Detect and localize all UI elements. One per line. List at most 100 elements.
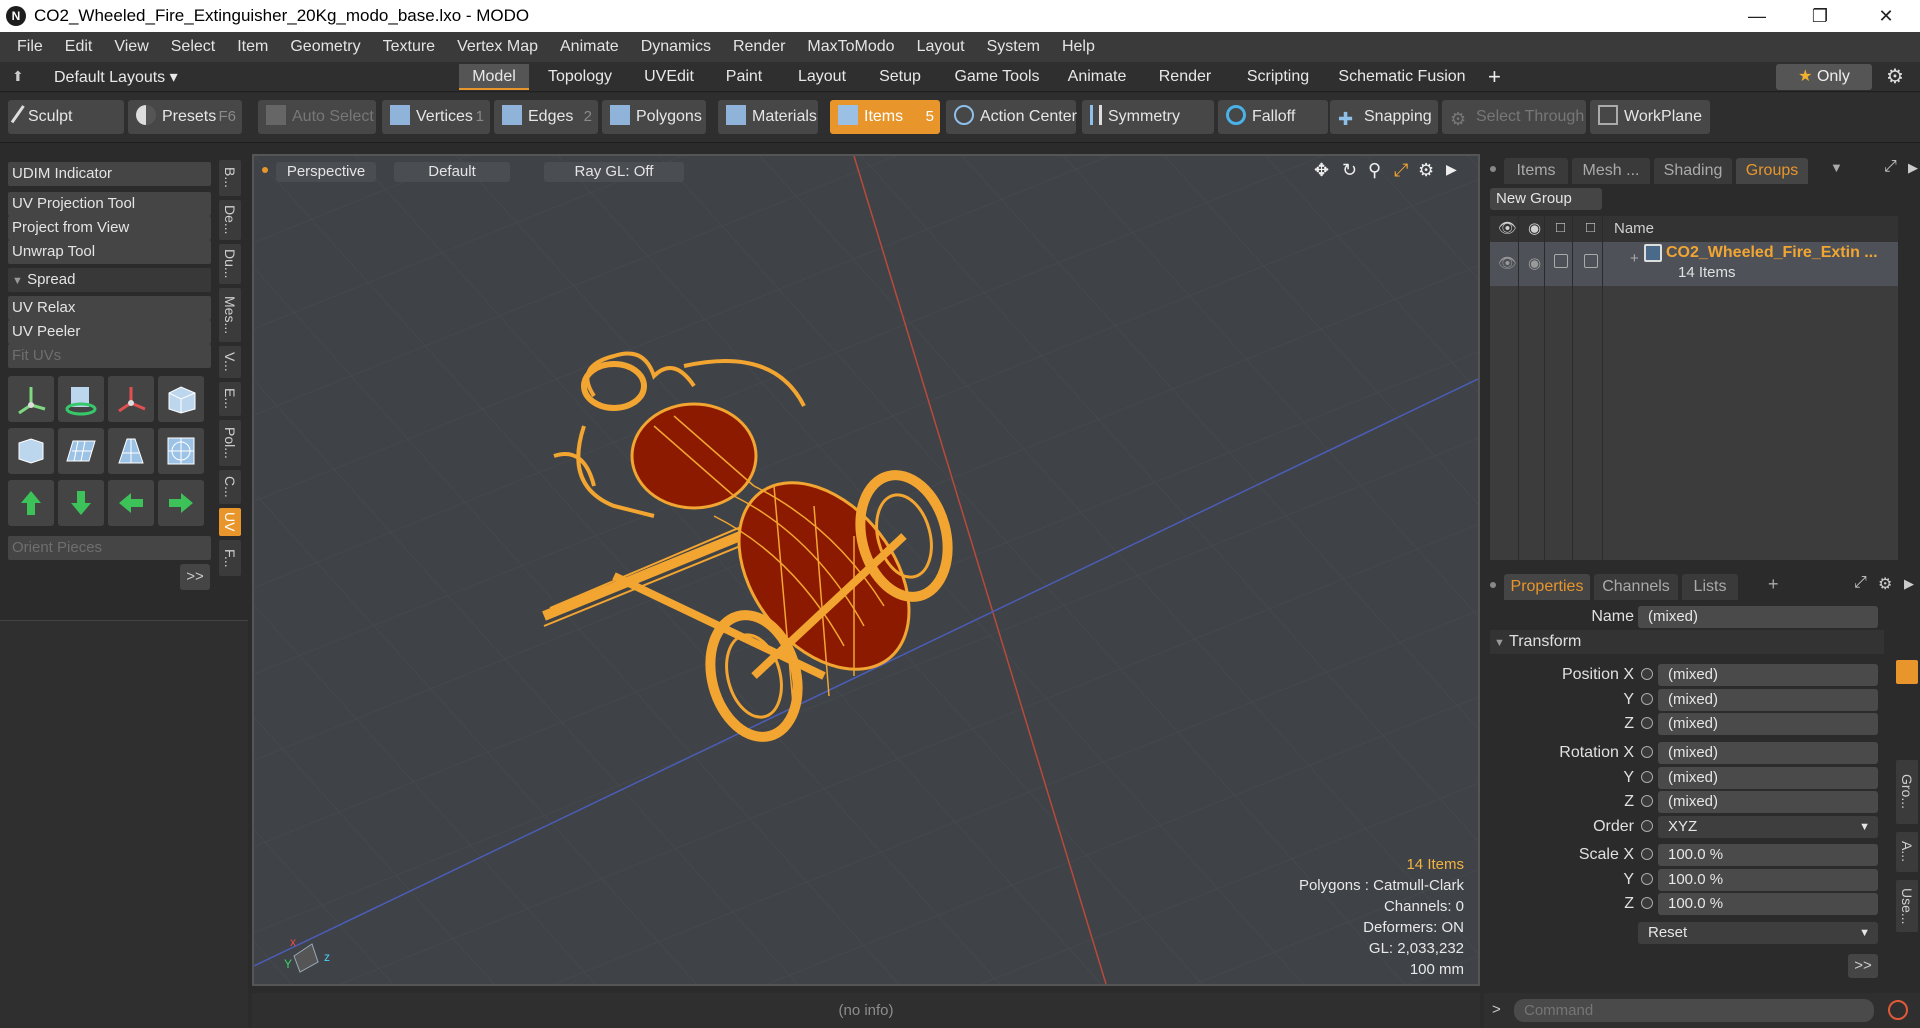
scale-y-anim-icon[interactable] — [1641, 873, 1653, 885]
menu-dynamics[interactable]: Dynamics — [630, 38, 722, 56]
materials-button[interactable]: Materials — [718, 100, 818, 134]
menu-animate[interactable]: Animate — [549, 38, 630, 56]
tab-properties[interactable]: Properties — [1504, 574, 1590, 600]
group-row[interactable]: 👁 ◉ + CO2_Wheeled_Fire_Extin ... 14 Item… — [1490, 242, 1898, 286]
unwrap-tool-button[interactable]: Unwrap Tool — [8, 240, 211, 264]
edges-button[interactable]: Edges 2 — [494, 100, 598, 134]
only-toggle[interactable]: ★ Only — [1776, 64, 1872, 90]
tab-render[interactable]: Render — [1152, 64, 1218, 90]
scale-z-anim-icon[interactable] — [1641, 897, 1653, 909]
tab-layout[interactable]: Layout — [790, 64, 854, 90]
properties-menu-icon[interactable] — [1490, 582, 1496, 588]
symmetry-button[interactable]: Symmetry — [1082, 100, 1214, 134]
tab-channels[interactable]: Channels — [1594, 574, 1678, 600]
pan-icon[interactable]: ✥ — [1314, 160, 1329, 181]
properties-arrow-icon[interactable]: ▶ — [1904, 576, 1914, 592]
uv-cube-unwrap-icon[interactable] — [8, 428, 54, 474]
position-z-field[interactable]: (mixed) — [1658, 713, 1878, 735]
move-down-icon[interactable] — [58, 480, 104, 526]
vtab-mesh-edit[interactable]: Mes... — [219, 288, 241, 342]
layout-arrow-icon[interactable]: ⬆ — [12, 68, 24, 85]
visibility-eye-icon[interactable]: 👁 — [1498, 219, 1517, 237]
3d-viewport[interactable]: z Y x Perspective Default Ray GL: Off ✥ … — [252, 154, 1480, 986]
uv-grid-plane-icon[interactable] — [58, 428, 104, 474]
spread-section[interactable]: ▼ Spread — [8, 268, 211, 292]
tab-animate[interactable]: Animate — [1062, 64, 1132, 90]
project-from-view-button[interactable]: Project from View — [8, 216, 211, 240]
new-group-button[interactable]: New Group — [1490, 188, 1602, 210]
scale-y-field[interactable]: 100.0 % — [1658, 869, 1878, 891]
uv-transform-tool-icon[interactable] — [108, 376, 154, 422]
tab-uvedit[interactable]: UVEdit — [636, 64, 702, 90]
tab-scripting[interactable]: Scripting — [1240, 64, 1316, 90]
uv-sphere-grid-icon[interactable] — [158, 428, 204, 474]
render-icon[interactable]: ◉ — [1528, 219, 1541, 237]
uv-peeler-button[interactable]: UV Peeler — [8, 320, 211, 344]
rotation-y-field[interactable]: (mixed) — [1658, 767, 1878, 789]
move-left-icon[interactable] — [108, 480, 154, 526]
polygons-button[interactable]: Polygons — [602, 100, 706, 134]
vertices-button[interactable]: Vertices 1 — [382, 100, 490, 134]
vtab-uv[interactable]: UV — [219, 508, 241, 536]
order-anim-icon[interactable] — [1641, 820, 1653, 832]
auto-select-button[interactable]: Auto Select — [258, 100, 376, 134]
shading-dropdown[interactable]: Default — [394, 162, 510, 182]
uv-axis-tool-icon[interactable] — [8, 376, 54, 422]
name-field[interactable]: (mixed) — [1638, 606, 1878, 628]
vtab-fusion[interactable]: F... — [219, 540, 241, 576]
viewport-settings-icon[interactable]: ⚙ — [1418, 160, 1434, 181]
tab-items[interactable]: Items — [1504, 158, 1568, 184]
tab-setup[interactable]: Setup — [872, 64, 928, 90]
uv-perspective-plane-icon[interactable] — [108, 428, 154, 474]
zoom-icon[interactable]: ⚲ — [1368, 160, 1381, 181]
add-tab-icon[interactable]: + — [1488, 64, 1501, 90]
side-tab-active[interactable] — [1896, 660, 1918, 684]
close-button[interactable]: ✕ — [1856, 0, 1916, 32]
menu-texture[interactable]: Texture — [372, 38, 446, 56]
menu-geometry[interactable]: Geometry — [279, 38, 371, 56]
udim-indicator-button[interactable]: UDIM Indicator — [8, 162, 211, 186]
vtab-curve[interactable]: C... — [219, 470, 241, 504]
menu-item[interactable]: Item — [226, 38, 279, 56]
tab-mesh[interactable]: Mesh ... — [1572, 158, 1650, 184]
menu-layout[interactable]: Layout — [906, 38, 976, 56]
tab-paint[interactable]: Paint — [718, 64, 770, 90]
vtab-basic[interactable]: B... — [219, 160, 241, 196]
properties-gear-icon[interactable]: ⚙ — [1878, 574, 1892, 594]
uv-cylinder-tool-icon[interactable] — [58, 376, 104, 422]
uv-box-tool-icon[interactable] — [158, 376, 204, 422]
position-z-anim-icon[interactable] — [1641, 717, 1653, 729]
move-up-icon[interactable] — [8, 480, 54, 526]
restore-button[interactable]: ❐ — [1790, 0, 1850, 32]
tab-topology[interactable]: Topology — [540, 64, 620, 90]
default-layouts-dropdown[interactable]: Default Layouts ▾ — [54, 67, 178, 87]
action-center-button[interactable]: Action Center — [946, 100, 1077, 134]
vtab-vertex[interactable]: V... — [219, 346, 241, 378]
menu-system[interactable]: System — [976, 38, 1051, 56]
uv-relax-button[interactable]: UV Relax — [8, 296, 211, 320]
add-tab-icon[interactable]: + — [1768, 574, 1779, 595]
properties-expand-icon[interactable]: ⤢ — [1854, 574, 1867, 592]
tab-groups[interactable]: Groups — [1736, 158, 1808, 184]
tab-game-tools[interactable]: Game Tools — [950, 64, 1044, 90]
reset-dropdown[interactable]: Reset ▼ — [1638, 922, 1878, 944]
menu-maxtomodo[interactable]: MaxToModo — [796, 38, 905, 56]
sculpt-button[interactable]: Sculpt — [8, 100, 124, 134]
side-tab-user[interactable]: Use... — [1896, 880, 1918, 932]
tab-model[interactable]: Model — [459, 64, 529, 90]
side-tab-groups[interactable]: Gro... — [1896, 760, 1918, 824]
menu-select[interactable]: Select — [160, 38, 226, 56]
select-through-button[interactable]: ⚙ Select Through — [1442, 100, 1586, 134]
expand-icon[interactable]: + — [1630, 250, 1639, 267]
scale-z-field[interactable]: 100.0 % — [1658, 893, 1878, 915]
tab-shading[interactable]: Shading — [1654, 158, 1732, 184]
raygl-toggle[interactable]: Ray GL: Off — [544, 162, 684, 182]
uv-projection-tool-button[interactable]: UV Projection Tool — [8, 192, 211, 216]
panel-menu-icon[interactable] — [1490, 166, 1496, 172]
workplane-button[interactable]: WorkPlane — [1590, 100, 1710, 134]
menu-file[interactable]: File — [6, 38, 54, 56]
viewport-menu-icon[interactable] — [262, 167, 268, 173]
position-x-field[interactable]: (mixed) — [1658, 664, 1878, 686]
scale-x-field[interactable]: 100.0 % — [1658, 844, 1878, 866]
vtab-polygon[interactable]: Pol... — [219, 420, 241, 466]
